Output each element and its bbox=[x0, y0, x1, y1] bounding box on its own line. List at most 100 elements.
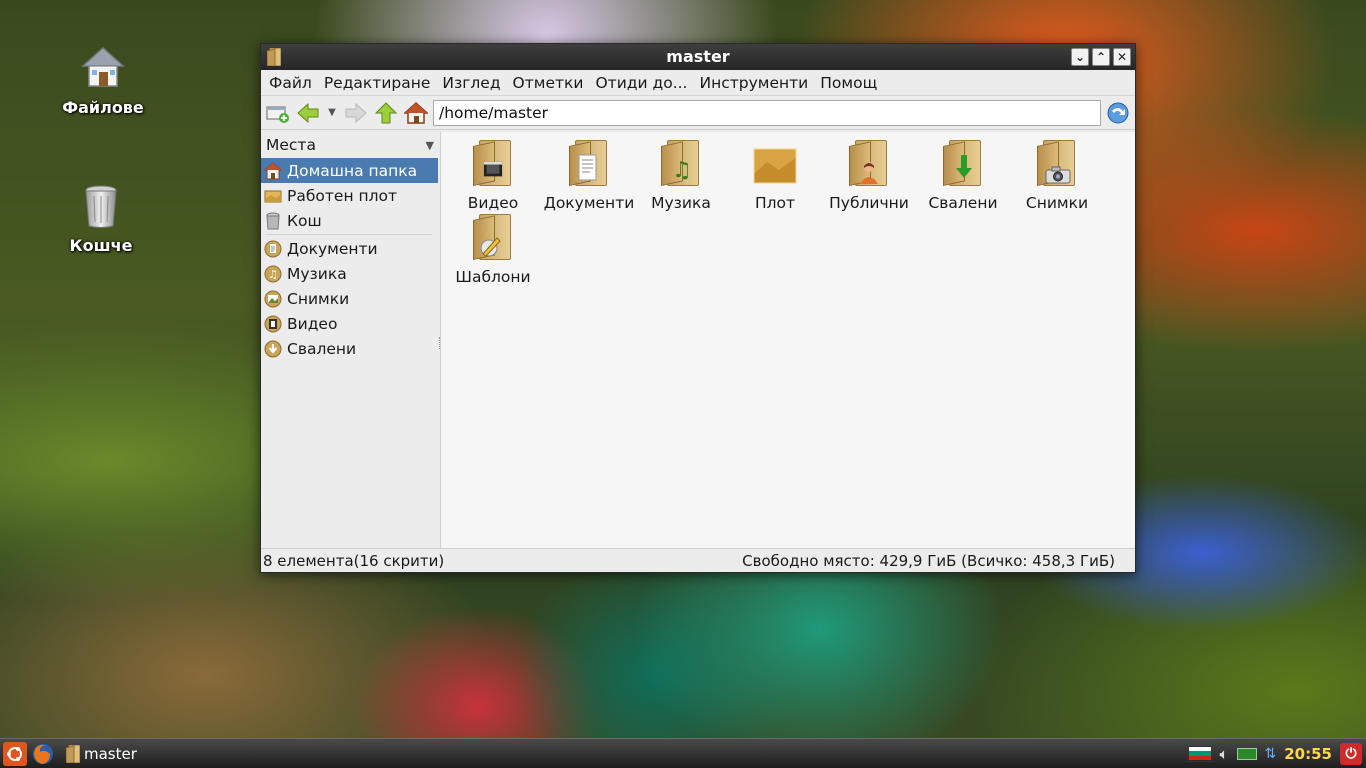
download-icon bbox=[264, 340, 282, 358]
minimize-button[interactable]: ⌄ bbox=[1071, 48, 1089, 66]
desktop-icon-label: Кошче bbox=[69, 236, 133, 255]
menu-bookmarks[interactable]: Отметки bbox=[507, 74, 590, 92]
sidebar-item-trash[interactable]: Кош bbox=[261, 208, 438, 233]
address-bar-input[interactable]: /home/master bbox=[433, 99, 1101, 126]
forward-button[interactable] bbox=[343, 100, 369, 126]
go-button[interactable] bbox=[1105, 100, 1131, 126]
folder-item-label: Свалени bbox=[928, 194, 998, 212]
sidebar-item-label: Кош bbox=[287, 211, 322, 230]
folder-item-videos[interactable]: Видео bbox=[443, 138, 543, 212]
chevron-down-icon: ▼ bbox=[425, 138, 434, 152]
history-dropdown-button[interactable]: ▼ bbox=[325, 100, 339, 126]
trash-icon bbox=[264, 212, 282, 230]
sidebar-header[interactable]: Места ▼ bbox=[261, 132, 440, 158]
go-arrow-icon bbox=[1107, 102, 1129, 123]
taskbar: master 🔈︎ ⇅ 20:55 ⏻ bbox=[0, 738, 1366, 768]
back-button[interactable] bbox=[295, 100, 321, 126]
folder-item-label: Публични bbox=[829, 194, 909, 212]
folder-item-label: Музика bbox=[651, 194, 711, 212]
folder-music-icon: ♫ bbox=[657, 138, 705, 190]
maximize-button[interactable]: ⌃ bbox=[1092, 48, 1110, 66]
sidebar-item-desktop[interactable]: Работен плот bbox=[261, 183, 438, 208]
folder-pictures-icon bbox=[1033, 138, 1081, 190]
documents-icon bbox=[264, 240, 282, 258]
folder-item-label: Шаблони bbox=[455, 268, 531, 286]
new-tab-icon bbox=[266, 106, 289, 123]
places-sidebar: Места ▼ Домашна папка Работен плот Кош Д… bbox=[261, 132, 443, 548]
pictures-icon bbox=[264, 290, 282, 308]
start-menu-button[interactable] bbox=[2, 741, 28, 767]
power-icon[interactable]: ⏻ bbox=[1340, 742, 1362, 765]
sidebar-divider bbox=[265, 234, 432, 235]
menu-tools[interactable]: Инструменти bbox=[694, 74, 815, 92]
keyboard-layout-flag-icon[interactable] bbox=[1187, 745, 1212, 762]
menu-help[interactable]: Помощ bbox=[814, 74, 883, 92]
folder-desktop-icon bbox=[751, 138, 799, 190]
folder-item-templates[interactable]: Шаблони bbox=[443, 212, 543, 286]
home-icon bbox=[263, 161, 283, 180]
window-title: master bbox=[666, 47, 730, 66]
home-icon bbox=[404, 101, 428, 124]
home-icon bbox=[79, 44, 127, 92]
item-count-status: 8 елемента(16 скрити) bbox=[263, 551, 445, 570]
svg-text:♫: ♫ bbox=[268, 268, 278, 281]
sidebar-item-documents[interactable]: Документи bbox=[261, 236, 438, 261]
menu-edit[interactable]: Редактиране bbox=[318, 74, 437, 92]
menu-go[interactable]: Отиди до... bbox=[589, 74, 693, 92]
sidebar-item-label: Домашна папка bbox=[287, 161, 418, 180]
folder-item-desktop[interactable]: Плот bbox=[725, 138, 825, 212]
folder-downloads-icon bbox=[939, 138, 987, 190]
folder-item-label: Снимки bbox=[1025, 194, 1089, 212]
folder-templates-icon bbox=[469, 212, 517, 264]
folder-item-pictures[interactable]: Снимки bbox=[1007, 138, 1107, 212]
battery-icon[interactable] bbox=[1236, 747, 1257, 760]
new-tab-button[interactable] bbox=[265, 100, 291, 126]
folder-item-label: Документи bbox=[543, 194, 635, 212]
firefox-launcher[interactable] bbox=[30, 741, 56, 767]
chevron-down-icon: ▼ bbox=[328, 107, 336, 118]
volume-icon[interactable]: 🔈︎ bbox=[1220, 745, 1229, 763]
menubar: Файл Редактиране Изглед Отметки Отиди до… bbox=[261, 70, 1135, 96]
titlebar[interactable]: master ⌄ ⌃ ✕ bbox=[261, 44, 1135, 70]
file-view[interactable]: Видео Документи ♫ Музика Плот Публични С… bbox=[441, 132, 1135, 548]
statusbar: 8 елемента(16 скрити) Свободно място: 42… bbox=[261, 548, 1135, 572]
folder-item-music[interactable]: ♫ Музика bbox=[631, 138, 731, 212]
sidebar-item-home[interactable]: Домашна папка bbox=[261, 158, 438, 183]
file-manager-window: master ⌄ ⌃ ✕ Файл Редактиране Изглед Отм… bbox=[260, 43, 1136, 573]
sidebar-item-label: Снимки bbox=[287, 289, 350, 308]
menu-view[interactable]: Изглед bbox=[436, 74, 506, 92]
firefox-icon bbox=[33, 743, 53, 764]
sidebar-item-music[interactable]: ♫ Музика bbox=[261, 261, 438, 286]
clock[interactable]: 20:55 bbox=[1284, 745, 1332, 763]
sidebar-item-downloads[interactable]: Свалени bbox=[261, 336, 438, 361]
arrow-left-icon bbox=[297, 102, 319, 123]
network-icon[interactable]: ⇅ bbox=[1265, 746, 1277, 762]
sidebar-item-label: Видео bbox=[287, 314, 338, 333]
folder-item-public[interactable]: Публични bbox=[819, 138, 919, 212]
folder-public-icon bbox=[845, 138, 893, 190]
sidebar-item-pictures[interactable]: Снимки bbox=[261, 286, 438, 311]
folder-video-icon bbox=[469, 138, 517, 190]
desktop-icon-trash[interactable]: Кошче bbox=[46, 182, 156, 255]
sidebar-item-label: Свалени bbox=[287, 339, 357, 358]
sidebar-item-videos[interactable]: Видео bbox=[261, 311, 438, 336]
home-button[interactable] bbox=[403, 100, 429, 126]
folder-item-documents[interactable]: Документи bbox=[539, 138, 639, 212]
taskbar-task-master[interactable]: master bbox=[62, 741, 145, 767]
folder-item-downloads[interactable]: Свалени bbox=[913, 138, 1013, 212]
trash-icon bbox=[77, 182, 125, 230]
up-button[interactable] bbox=[373, 100, 399, 126]
close-button[interactable]: ✕ bbox=[1113, 48, 1131, 66]
toolbar: ▼ /home/master bbox=[261, 96, 1135, 130]
desktop-icon-label: Файлове bbox=[62, 98, 144, 117]
arrow-right-icon bbox=[345, 102, 367, 123]
sidebar-item-label: Работен плот bbox=[287, 186, 398, 205]
desktop-icon-files[interactable]: Файлове bbox=[48, 44, 158, 117]
menu-file[interactable]: Файл bbox=[263, 74, 318, 92]
arrow-up-icon bbox=[374, 101, 398, 123]
ubuntu-logo-icon bbox=[3, 741, 27, 766]
folder-documents-icon bbox=[565, 138, 613, 190]
video-icon bbox=[264, 315, 282, 333]
sidebar-item-label: Музика bbox=[287, 264, 347, 283]
music-icon: ♫ bbox=[264, 265, 282, 283]
